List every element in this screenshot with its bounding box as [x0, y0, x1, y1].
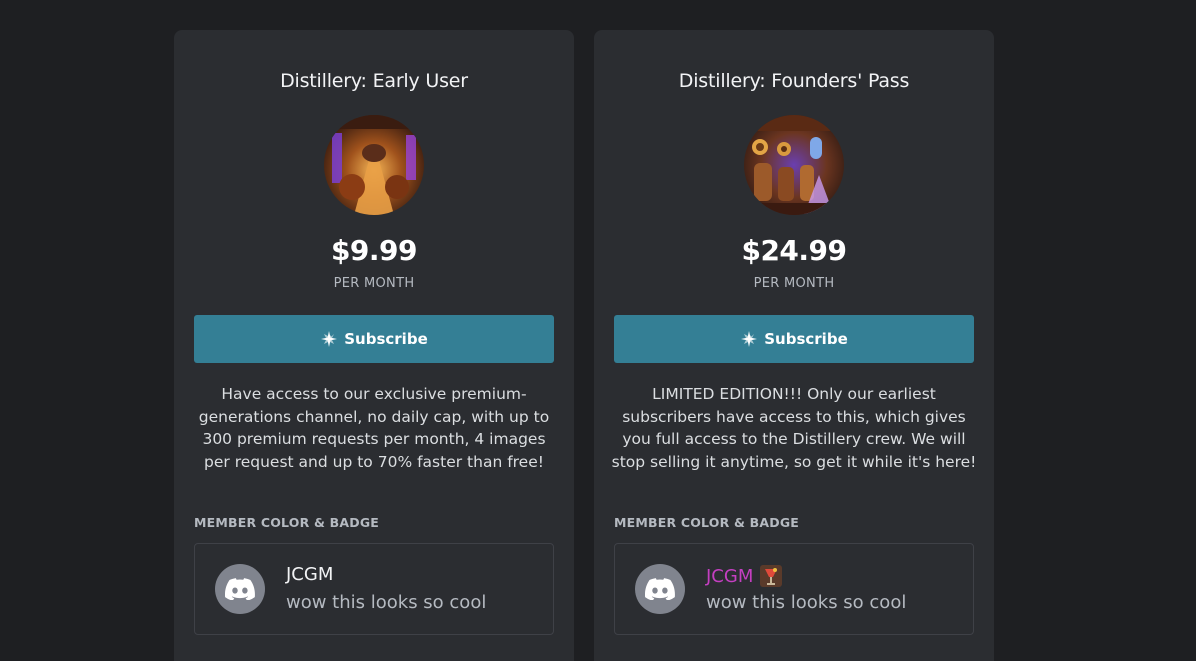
- tier-image: [744, 115, 844, 215]
- preview-message: wow this looks so cool: [286, 592, 487, 613]
- subscribe-button[interactable]: Subscribe: [194, 315, 554, 363]
- sparkle-icon: [740, 330, 758, 348]
- tier-period: PER MONTH: [753, 276, 835, 291]
- subscribe-button[interactable]: Subscribe: [614, 315, 974, 363]
- tier-period: PER MONTH: [333, 276, 415, 291]
- member-color-badge-heading: MEMBER COLOR & BADGE: [194, 515, 380, 530]
- preview-username: JCGM: [286, 564, 334, 585]
- discord-icon: [215, 564, 265, 614]
- cocktail-badge-icon: [759, 564, 783, 588]
- tier-card-early-user: Distillery: Early User $9.99 PER MONTH S…: [174, 30, 574, 661]
- tier-price: $9.99: [330, 234, 418, 267]
- subscription-page: Distillery: Early User $9.99 PER MONTH S…: [0, 0, 1196, 661]
- subscribe-label: Subscribe: [344, 330, 428, 348]
- tier-title: Distillery: Founders' Pass: [678, 70, 910, 92]
- discord-icon: [635, 564, 685, 614]
- preview-message: wow this looks so cool: [706, 592, 907, 613]
- subscribe-label: Subscribe: [764, 330, 848, 348]
- tier-card-founders-pass: Distillery: Founders' Pass $24.99 PER MO…: [594, 30, 994, 661]
- sparkle-icon: [320, 330, 338, 348]
- tier-price: $24.99: [741, 234, 847, 267]
- tier-image: [324, 115, 424, 215]
- member-color-badge-heading: MEMBER COLOR & BADGE: [614, 515, 800, 530]
- tier-title: Distillery: Early User: [280, 70, 468, 92]
- tier-description: LIMITED EDITION!!! Only our earliest sub…: [611, 385, 977, 471]
- preview-username: JCGM: [706, 564, 783, 588]
- tier-description: Have access to our exclusive premium-gen…: [198, 385, 550, 471]
- member-preview: JCGM wow this looks so cool: [194, 543, 554, 635]
- member-preview: JCGM wow this looks so cool: [614, 543, 974, 635]
